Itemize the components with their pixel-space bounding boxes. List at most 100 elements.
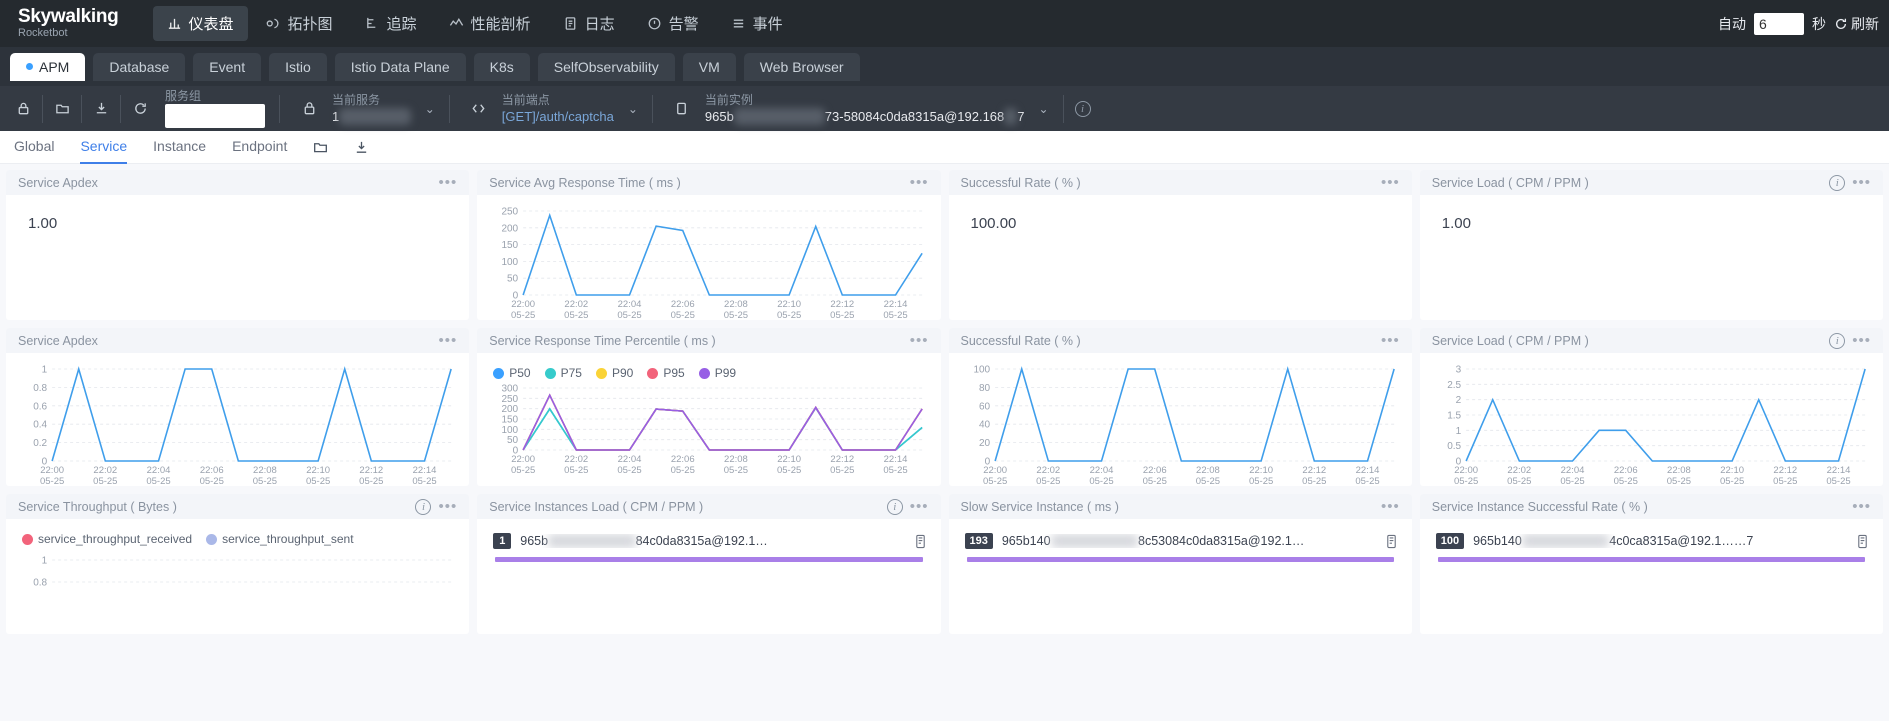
tab-istio-data-plane[interactable]: Istio Data Plane [334,52,466,81]
lock-icon[interactable] [8,86,38,131]
x-axis-tick-label: 22:10 [1249,465,1273,476]
folder-icon[interactable] [47,86,77,131]
download-icon[interactable] [354,140,369,155]
x-axis-date-label: 05-25 [200,476,224,486]
card-menu-icon[interactable]: ••• [1852,333,1871,348]
chart-service-avg-response-time[interactable]: 0 50 100 150 200 250 22:00 05-25 22:02 05-25 22:04… [487,203,930,320]
legend-color-dot [544,367,556,379]
service-group-input[interactable] [165,104,265,128]
card-title: Service Avg Response Time ( ms ) [489,175,681,190]
subnav-item-instance[interactable]: Instance [153,131,206,164]
chart-legend: P50 P75 P90 P95 P99 [487,361,930,380]
chart-service-throughput[interactable]: 0.8 1 [16,546,459,592]
instance-row[interactable]: 193 965b140xxxxxxxxxxxxxx8c53084c0da8315a… [959,527,1402,551]
x-axis-tick-label: 22:02 [1036,465,1060,476]
card-menu-icon[interactable]: ••• [438,333,457,348]
dashboard-row-2: Service Apdex ••• 0 0.2 0.4 0.6 0.8 1 22:00 05-… [6,328,1883,486]
copy-icon[interactable] [1385,534,1398,549]
tab-selfobservability[interactable]: SelfObservability [537,52,675,81]
chart-successful-rate[interactable]: 0 20 40 60 80 100 22:00 05-25 22:02 05-25 22:04 05-… [959,361,1402,486]
info-icon[interactable]: i [415,498,432,515]
info-icon[interactable]: i [1829,174,1846,191]
card-body: 0 0.5 1 1.5 2 2.5 3 22:00 05-25 22:02 05-25 22:04 05… [1420,353,1883,486]
card-menu-icon[interactable]: ••• [438,175,457,190]
trace-icon [365,16,380,31]
legend-item[interactable]: P50 [493,366,531,380]
info-icon[interactable]: i [886,498,903,515]
card-menu-icon[interactable]: ••• [1381,175,1400,190]
legend-item[interactable]: P75 [544,366,582,380]
card-menu-icon[interactable]: ••• [438,499,457,514]
card-menu-icon[interactable]: ••• [910,175,929,190]
chevron-down-icon[interactable]: ⌄ [628,102,638,116]
tab-event[interactable]: Event [193,52,262,81]
nav-label-event: 事件 [752,16,783,33]
tab-label-selfobservability: SelfObservability [553,58,659,75]
card-header: Service Load ( CPM / PPM ) i ••• [1419,328,1883,353]
copy-icon[interactable] [1856,534,1869,549]
import-icon[interactable] [86,86,116,131]
nav-item-event[interactable]: 事件 [717,6,797,41]
chevron-down-icon[interactable]: ⌄ [1039,102,1049,116]
dashboard-icon [167,16,182,31]
instance-row[interactable]: 1 965bxxxxxxxxxxxxxx84c0da8315a@192.1… [487,527,930,551]
subnav-item-endpoint[interactable]: Endpoint [232,131,287,164]
legend-item[interactable]: P99 [698,366,736,380]
refresh-button[interactable]: 刷新 [1834,14,1879,34]
x-axis-date-label: 05-25 [1355,476,1379,486]
x-axis-tick-label: 22:00 [40,465,64,476]
nav-item-trace[interactable]: 追踪 [351,6,431,41]
service-group-selector[interactable]: 服务组 [155,89,275,128]
folder-icon[interactable] [313,140,328,155]
x-axis-tick-label: 22:06 [1614,465,1638,476]
tab-vm[interactable]: VM [682,52,736,81]
y-axis-tick-label: 0.2 [33,438,47,449]
legend-item[interactable]: service_throughput_received [22,532,192,546]
card-menu-icon[interactable]: ••• [1381,333,1400,348]
endpoint-icon [464,86,494,131]
current-instance-selector[interactable]: 当前实例 965bxxxxxxxxxxxxxx73-58084c0da8315a… [657,86,1059,131]
nav-item-alarm[interactable]: 告警 [633,6,713,41]
card-menu-icon[interactable]: ••• [1852,175,1871,190]
y-axis-tick-label: 250 [502,207,519,218]
y-axis-tick-label: 50 [507,435,519,446]
current-service-selector[interactable]: 当前服务 1xxxxxxxxxxx ⌄ [284,86,445,131]
divider [279,94,280,123]
tab-istio[interactable]: Istio [269,52,327,81]
x-axis-date-label: 05-25 [359,476,383,486]
card-menu-icon[interactable]: ••• [910,499,929,514]
info-icon[interactable]: i [1829,332,1846,349]
card-menu-icon[interactable]: ••• [1381,499,1400,514]
chart-response-time-percentile[interactable]: 0 50 100 150 200 250 300 22:00 05-25 22:02 05-25 22… [487,380,930,476]
tab-k8s[interactable]: K8s [473,52,530,81]
reload-icon[interactable] [125,86,155,131]
legend-item[interactable]: service_throughput_sent [206,532,354,546]
tab-web-browser[interactable]: Web Browser [743,52,860,81]
current-endpoint-selector[interactable]: 当前端点 [GET]/auth/captcha ⌄ [454,86,648,131]
nav-item-dashboard[interactable]: 仪表盘 [152,6,248,41]
card-menu-icon[interactable]: ••• [910,333,929,348]
subnav-label-global: Global [14,138,55,154]
tab-apm[interactable]: APM [10,52,86,81]
copy-icon[interactable] [914,534,927,549]
auto-refresh-interval-input[interactable] [1754,12,1804,35]
chevron-down-icon[interactable]: ⌄ [425,102,435,116]
card-service-instances-load: Service Instances Load ( CPM / PPM ) i •… [477,494,941,634]
chart-service-load[interactable]: 0 0.5 1 1.5 2 2.5 3 22:00 05-25 22:02 05-25 22:04 05… [1430,361,1873,486]
nav-item-profile[interactable]: 性能剖析 [435,6,545,41]
info-icon[interactable]: i [1068,86,1098,131]
instance-row[interactable]: 100 965b140xxxxxxxxxxxxxx4c0ca8315a@192.1… [1430,527,1873,551]
legend-item[interactable]: P90 [595,366,633,380]
brand-logo: Skywalking Rocketbot [18,0,1889,40]
nav-item-topology[interactable]: 拓扑图 [252,6,347,41]
nav-item-log[interactable]: 日志 [549,6,629,41]
subnav-item-service[interactable]: Service [80,131,128,164]
instance-list: 1 965bxxxxxxxxxxxxxx84c0da8315a@192.1… [487,527,930,562]
chart-service-apdex[interactable]: 0 0.2 0.4 0.6 0.8 1 22:00 05-25 22:02 05-25 22:04 0… [16,361,459,486]
legend-item[interactable]: P95 [647,366,685,380]
card-menu-icon[interactable]: ••• [1852,499,1871,514]
x-axis-date-label: 05-25 [884,465,908,476]
selector-bar: 服务组 当前服务 1xxxxxxxxxxx ⌄ 当前端点 [GET]/auth/… [0,86,1889,131]
subnav-item-global[interactable]: Global [14,131,54,164]
tab-database[interactable]: Database [93,52,186,81]
